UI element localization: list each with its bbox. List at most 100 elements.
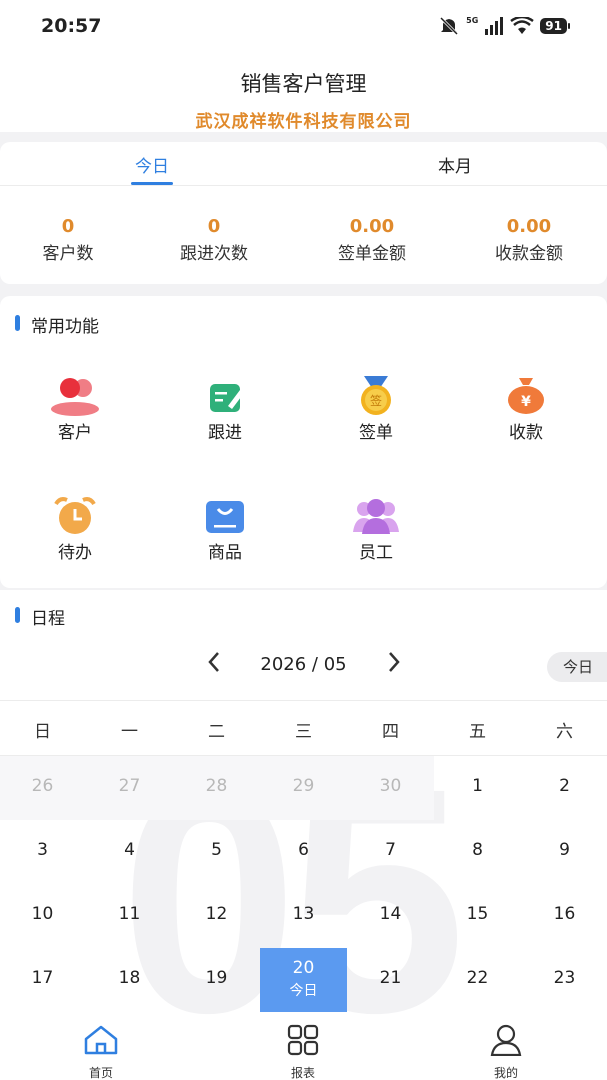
day-number: 17: [31, 968, 54, 988]
calendar-day[interactable]: 17: [0, 948, 86, 1012]
calendar-day[interactable]: 30: [347, 756, 434, 820]
day-today-label: 今日: [289, 983, 318, 999]
day-number: 28: [205, 776, 228, 796]
calendar-day[interactable]: 13: [260, 884, 347, 948]
calendar-day[interactable]: 6: [260, 820, 347, 884]
func-staff[interactable]: 员工: [316, 496, 436, 563]
day-number: 11: [118, 904, 141, 924]
func-label: 商品: [208, 543, 242, 563]
calendar-day[interactable]: 3: [0, 820, 86, 884]
day-number: 21: [379, 968, 402, 988]
tab-today[interactable]: 今日: [92, 152, 212, 185]
weekday-label: 六: [556, 722, 573, 742]
today-button[interactable]: 今日: [547, 652, 607, 682]
stat-value: 0: [207, 216, 221, 237]
stat-follow-ups[interactable]: 0 跟进次数: [144, 216, 284, 264]
follow-up-icon: [200, 376, 250, 416]
day-number: 9: [559, 840, 570, 860]
weekday-header: 日一二三四五六: [0, 700, 607, 756]
stat-value: 0.00: [349, 216, 395, 237]
calendar-day-selected[interactable]: 20 今日: [260, 948, 347, 1012]
func-product[interactable]: 商品: [165, 496, 285, 563]
stat-signed-amount[interactable]: 0.00 签单金额: [302, 216, 442, 264]
stat-value: 0: [61, 216, 75, 237]
calendar-day[interactable]: 16: [521, 884, 607, 948]
day-number: 3: [37, 840, 48, 860]
func-label: 签单: [359, 423, 393, 443]
day-number: 27: [118, 776, 141, 796]
alarm-clock-icon: [50, 496, 100, 536]
calendar-day[interactable]: 23: [521, 948, 607, 1012]
stat-customers[interactable]: 0 客户数: [0, 216, 138, 264]
calendar-day[interactable]: 28: [173, 756, 260, 820]
nav-profile[interactable]: 我的: [446, 1024, 566, 1080]
status-time: 20:57: [41, 15, 102, 37]
page-title: 销售客户管理: [240, 72, 367, 96]
status-bar: 20:57 5G 91: [0, 0, 607, 56]
status-icons: 5G 91: [438, 16, 570, 36]
nav-label: 我的: [493, 1066, 518, 1080]
profile-icon: [490, 1024, 522, 1057]
schedule-section: 05 日程 2026 / 05 今日 日一二三四五六 26 27 28 29 30 1 2 3…: [0, 590, 607, 1016]
battery-indicator: 91: [540, 18, 570, 34]
nav-home[interactable]: 首页: [41, 1024, 161, 1080]
svg-text:¥: ¥: [521, 394, 531, 410]
calendar-day[interactable]: 11: [86, 884, 173, 948]
day-number: 29: [292, 776, 315, 796]
day-number: 4: [124, 840, 135, 860]
calendar-day[interactable]: 19: [173, 948, 260, 1012]
calendar-day[interactable]: 4: [86, 820, 173, 884]
func-label: 待办: [58, 543, 92, 563]
calendar-day[interactable]: 1: [434, 756, 521, 820]
day-number: 5: [211, 840, 222, 860]
company-name: 武汉成祥软件科技有限公司: [195, 112, 412, 132]
calendar-day[interactable]: 8: [434, 820, 521, 884]
func-todo[interactable]: 待办: [15, 496, 135, 563]
calendar-day[interactable]: 5: [173, 820, 260, 884]
stat-value: 0.00: [506, 216, 552, 237]
day-number: 22: [466, 968, 489, 988]
calendar-day[interactable]: 22: [434, 948, 521, 1012]
customer-icon: [50, 376, 100, 416]
day-number: 13: [292, 904, 315, 924]
sign-medal-icon: 签: [351, 376, 401, 416]
chevron-right-icon[interactable]: [386, 650, 402, 674]
func-customer[interactable]: 客户: [15, 376, 135, 443]
func-follow-up[interactable]: 跟进: [165, 376, 285, 443]
calendar-day[interactable]: 18: [86, 948, 173, 1012]
day-number: 23: [553, 968, 576, 988]
month-navigation: 2026 / 05 今日: [0, 648, 607, 688]
calendar-day[interactable]: 10: [0, 884, 86, 948]
day-number: 16: [553, 904, 576, 924]
calendar-day[interactable]: 7: [347, 820, 434, 884]
func-sign[interactable]: 签 签单: [316, 376, 436, 443]
stat-collected-amount[interactable]: 0.00 收款金额: [459, 216, 599, 264]
day-number: 14: [379, 904, 402, 924]
func-label: 客户: [58, 423, 92, 443]
calendar-day[interactable]: 2: [521, 756, 607, 820]
page-header: 销售客户管理 武汉成祥软件科技有限公司: [0, 56, 607, 132]
wifi-icon: [510, 17, 535, 34]
current-month: 2026 / 05: [260, 654, 347, 675]
tab-this-month[interactable]: 本月: [395, 152, 515, 177]
calendar-day[interactable]: 27: [86, 756, 173, 820]
day-number: 26: [31, 776, 54, 796]
calendar-day[interactable]: 9: [521, 820, 607, 884]
day-number: 18: [118, 968, 141, 988]
signal-icon: [485, 17, 504, 35]
calendar-day[interactable]: 26: [0, 756, 86, 820]
nav-report[interactable]: 报表: [243, 1024, 363, 1080]
func-collect[interactable]: ¥ 收款: [466, 376, 586, 443]
weekday-label: 三: [295, 722, 312, 742]
nav-label: 报表: [290, 1066, 315, 1080]
day-number: 1: [472, 776, 483, 796]
calendar-day[interactable]: 21: [347, 948, 434, 1012]
calendar-day[interactable]: 15: [434, 884, 521, 948]
calendar-day[interactable]: 14: [347, 884, 434, 948]
calendar-day[interactable]: 29: [260, 756, 347, 820]
weekday-label: 五: [469, 722, 486, 742]
period-tabs: 今日 本月: [0, 142, 607, 186]
calendar-day[interactable]: 12: [173, 884, 260, 948]
func-label: 收款: [509, 423, 543, 443]
day-number: 30: [379, 776, 402, 796]
